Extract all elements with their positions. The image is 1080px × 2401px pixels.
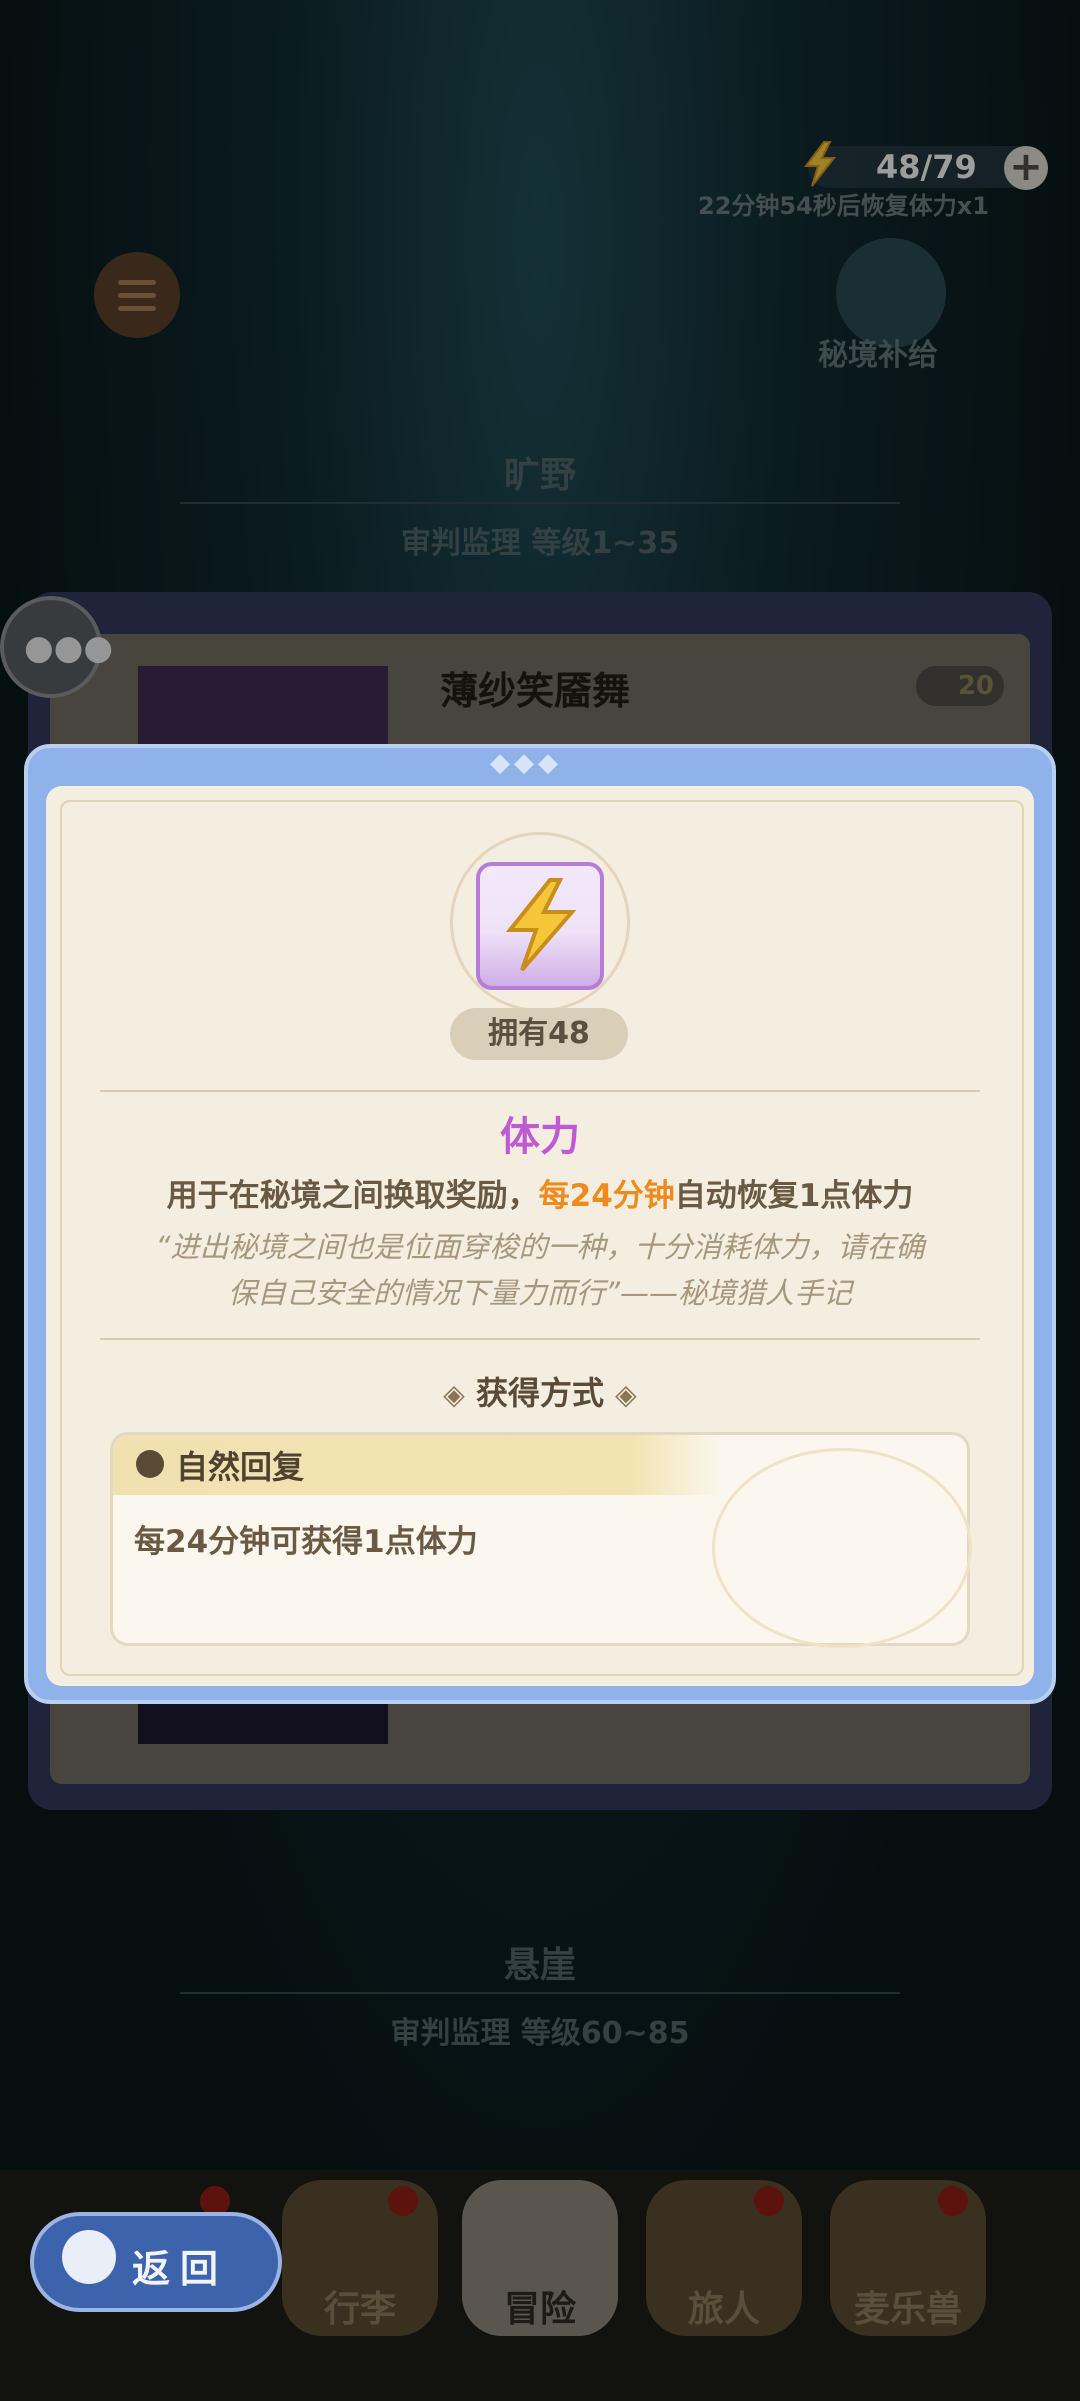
desc-prefix: 用于在秘境之间换取奖励， — [166, 1178, 539, 1214]
diamond-icon: ◈ — [615, 1378, 637, 1411]
item-icon-box — [476, 862, 604, 990]
source-name: 自然回复 — [176, 1448, 305, 1486]
owned-count: 拥有48 — [450, 1008, 628, 1060]
back-arrow-icon — [62, 2230, 116, 2284]
source-description: 每24分钟可获得1点体力 — [134, 1524, 478, 1560]
divider — [100, 1338, 980, 1340]
lightning-icon — [505, 878, 577, 972]
moon-decoration — [712, 1448, 972, 1648]
obtain-method-title: ◈ 获得方式 ◈ — [0, 1368, 1080, 1414]
obtain-title-text: 获得方式 — [475, 1374, 604, 1412]
moon-icon — [136, 1450, 164, 1478]
item-description: 用于在秘境之间换取奖励，每24分钟自动恢复1点体力 — [0, 1170, 1080, 1215]
divider — [100, 1090, 980, 1092]
quote-line: “进出秘境之间也是位面穿梭的一种，十分消耗体力，请在确 — [155, 1230, 925, 1264]
back-label: 返回 — [132, 2247, 229, 2291]
item-name: 体力 — [500, 1114, 580, 1160]
diamond-icon: ◈ — [443, 1378, 465, 1411]
quote-line: 保自己安全的情况下量力而行”——秘境猎人手记 — [227, 1276, 853, 1310]
desc-highlight: 每24分钟 — [538, 1178, 675, 1214]
desc-suffix: 自动恢复1点体力 — [674, 1178, 914, 1214]
modal-ornament: ◆◆◆ — [490, 748, 562, 778]
item-quote: “进出秘境之间也是位面穿梭的一种，十分消耗体力，请在确 保自己安全的情况下量力而… — [130, 1224, 950, 1316]
